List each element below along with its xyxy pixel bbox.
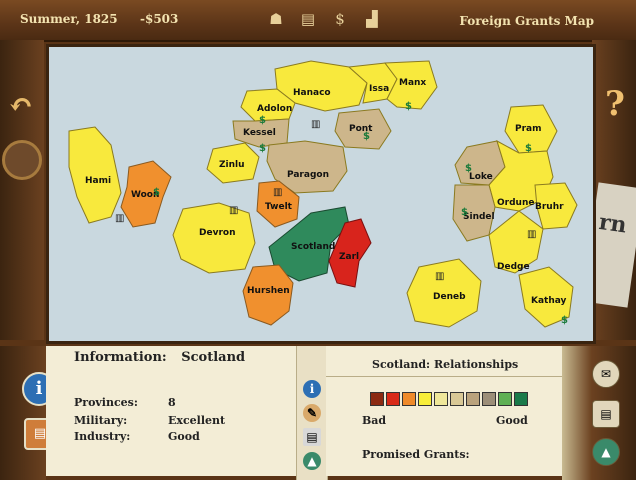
ledger-icon[interactable]: ▤ [300, 8, 316, 30]
relationship-swatch [370, 392, 384, 406]
scroll-icon[interactable]: ✉ [592, 360, 620, 388]
relationship-swatch [402, 392, 416, 406]
season-date: Summer, 1825 [20, 12, 118, 26]
left-frame: ↶ [0, 40, 44, 340]
relationship-swatch [386, 392, 400, 406]
promised-grants-label: Promised Grants: [362, 448, 470, 461]
embassy-icon: ▥ [311, 119, 320, 130]
military-row: Military: Excellent [74, 414, 225, 427]
top-icons: ☗ ▤ $ ▟ [268, 8, 380, 30]
divider [326, 376, 562, 377]
map-svg: Hanaco Issa Manx Adolon Kessel Pont Zinl… [68, 60, 578, 328]
provinces-row: Provinces: 8 [74, 396, 176, 409]
military-value: Excellent [168, 414, 226, 427]
left-button-strip [0, 346, 46, 480]
right-button-strip: ✉ ▤ ▲ [562, 346, 636, 480]
info-heading: Information: [74, 350, 167, 365]
factory-icon[interactable]: ▟ [364, 8, 380, 30]
military-label: Military: [74, 414, 128, 427]
grant-dollar-icon: $ [259, 115, 266, 126]
province-label: Adolon [257, 104, 292, 114]
back-arrow-icon[interactable]: ↶ [6, 88, 36, 124]
relationship-swatch [514, 392, 528, 406]
grant-dollar-icon: $ [259, 143, 266, 154]
province-label: Loke [469, 172, 493, 182]
relationship-swatch [450, 392, 464, 406]
embassy-icon: ▥ [229, 205, 238, 216]
treasury: -$503 [140, 12, 179, 26]
provinces-value: 8 [168, 396, 176, 409]
province-label: Zarl [339, 252, 359, 262]
province-label: Hami [85, 176, 111, 186]
embassy-icon: ▥ [527, 229, 536, 240]
province-label: Dedge [497, 262, 530, 272]
relationship-swatch [482, 392, 496, 406]
province-label: Deneb [433, 292, 466, 302]
industry-row: Industry: Good [74, 430, 200, 443]
industry-label: Industry: [74, 430, 131, 443]
report-mode-icon[interactable]: ▤ [303, 428, 321, 446]
info-country-name: Scotland [181, 350, 246, 365]
province-label: Paragon [287, 170, 329, 180]
info-title: Information: Scotland [74, 350, 245, 365]
relationship-swatch [434, 392, 448, 406]
relationship-swatch [498, 392, 512, 406]
province-label: Hanaco [293, 88, 331, 98]
province-devron[interactable] [172, 202, 256, 274]
ship-icon[interactable]: ▲ [592, 438, 620, 466]
magnifier-icon [2, 140, 42, 180]
screen-title: Foreign Grants Map [459, 14, 594, 28]
relationships-heading: Scotland: Relationships [372, 358, 519, 371]
grant-dollar-icon: $ [561, 315, 568, 326]
grant-dollar-icon: $ [525, 143, 532, 154]
grant-dollar-icon: $ [461, 207, 468, 218]
province-label: Devron [199, 228, 235, 238]
bad-label: Bad [362, 414, 387, 427]
info-panel: Information: Scotland Provinces: 8 Milit… [46, 346, 296, 476]
budget-icon[interactable]: ☗ [268, 8, 284, 30]
help-icon[interactable]: ? [600, 84, 630, 124]
province-label: Twelt [265, 202, 293, 212]
grant-dollar-icon: $ [153, 187, 160, 198]
province-label: Bruhr [535, 202, 564, 212]
top-bar: Summer, 1825 -$503 ☗ ▤ $ ▟ Foreign Grant… [0, 0, 636, 42]
grant-dollar-icon: $ [465, 163, 472, 174]
embassy-icon: ▥ [115, 213, 124, 224]
dollar-icon[interactable]: $ [332, 8, 348, 30]
relationships-panel: Scotland: Relationships Bad Good Promise… [326, 346, 562, 476]
province-label: Hurshen [247, 286, 290, 296]
world-map[interactable]: Hanaco Issa Manx Adolon Kessel Pont Zinl… [46, 44, 596, 344]
province-label: Scotland [291, 242, 335, 252]
relationship-swatch [466, 392, 480, 406]
province-label: Pram [515, 124, 542, 134]
grant-dollar-icon: $ [363, 131, 370, 142]
relationship-swatch [418, 392, 432, 406]
right-frame: ? rn [581, 40, 636, 340]
province-label: Manx [399, 78, 426, 88]
mode-strip: i ✎ ▤ ▲ [296, 346, 328, 480]
province-label: Kathay [531, 296, 567, 306]
grant-dollar-icon: $ [405, 101, 412, 112]
province-hami[interactable] [68, 126, 122, 224]
province-label: Zinlu [219, 160, 245, 170]
province-label: Ordune [497, 198, 534, 208]
document-icon[interactable]: ▤ [592, 400, 620, 428]
embassy-icon: ▥ [273, 187, 282, 198]
grant-mode-icon[interactable]: ✎ [303, 404, 321, 422]
provinces-label: Provinces: [74, 396, 138, 409]
embassy-icon: ▥ [435, 271, 444, 282]
industry-value: Good [168, 430, 200, 443]
province-label: Kessel [243, 128, 276, 138]
province-label: Issa [369, 84, 389, 94]
treaty-mode-icon[interactable]: ▲ [303, 452, 321, 470]
good-label: Good [496, 414, 528, 427]
relationship-scale [370, 392, 528, 406]
info-mode-icon[interactable]: i [303, 380, 321, 398]
